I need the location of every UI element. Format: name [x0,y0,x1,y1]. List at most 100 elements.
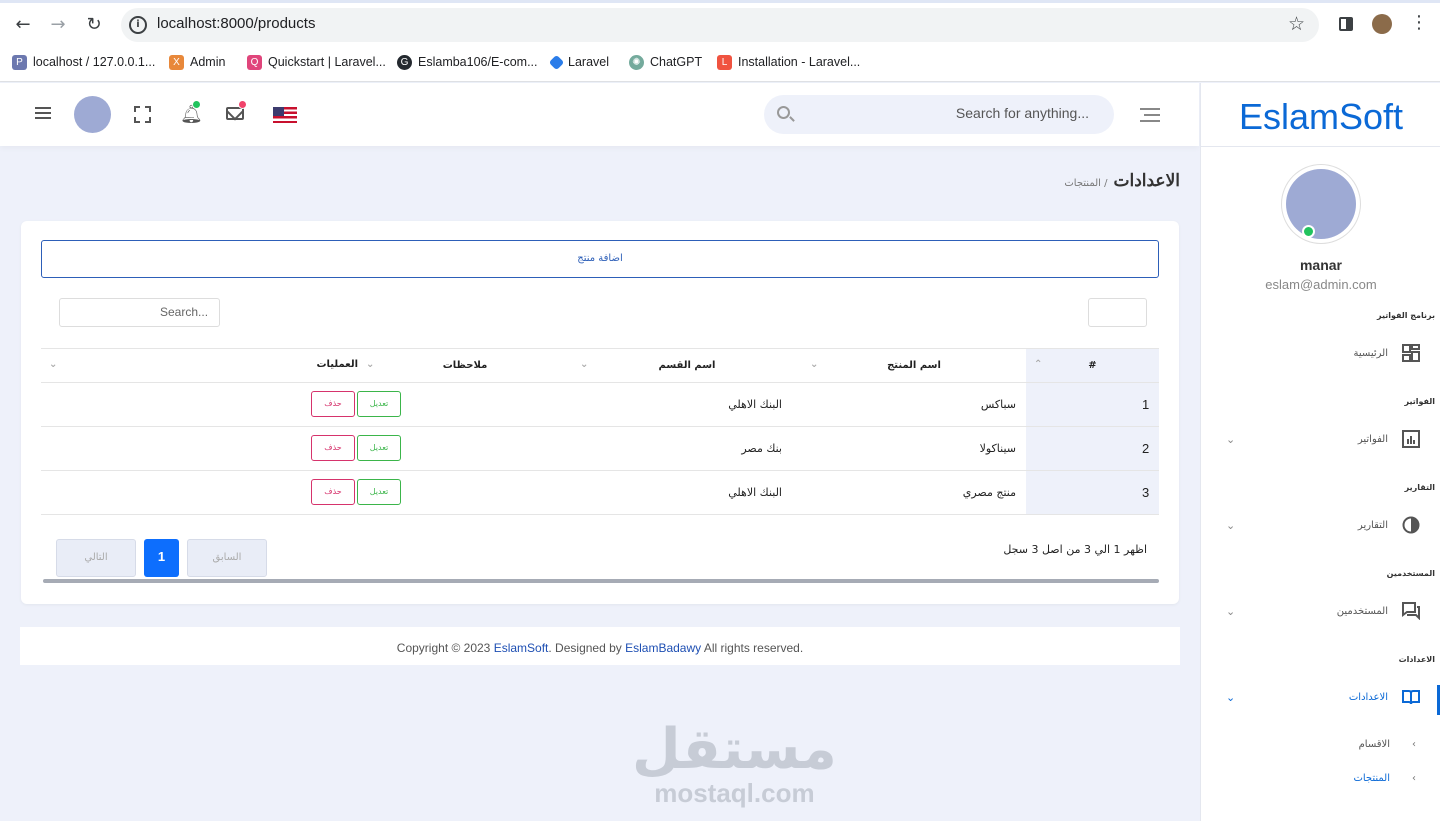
sidebar-subitem-products[interactable]: المنتجات [1353,773,1415,784]
fullscreen-icon[interactable] [134,106,151,123]
watermark-domain: mostaql.com [654,778,815,808]
delete-button[interactable]: حذف [311,435,355,461]
bookmark-phpmyadmin[interactable]: Plocalhost / 127.0.0.1... [12,52,155,72]
col-header-name[interactable]: اسم المنتج ⌄ [802,348,1026,383]
sidebar: EslamSoft manar eslam@admin.com برنامج ا… [1200,83,1440,821]
col-header-actions[interactable]: العمليات ⌄ [41,348,358,383]
profile-avatar[interactable] [1372,14,1392,34]
cell-section: البنك الاهلي [572,470,802,515]
breadcrumb-current[interactable]: / المنتجات [1064,178,1107,189]
bar-chart-icon [1402,430,1420,448]
url-text[interactable]: localhost:8000/products [157,15,315,32]
bookmark-quickstart[interactable]: Q Quickstart | Laravel... [247,52,386,72]
global-search[interactable]: Search for anything... [764,95,1114,134]
side-panel-icon[interactable] [1339,17,1353,31]
bookmark-label: Eslamba106/E-com... [418,55,538,69]
edit-button[interactable]: تعديل [357,435,401,461]
menu-kebab-icon[interactable]: ⋮ [1410,12,1428,33]
previous-page-button[interactable]: السابق [187,539,267,577]
table-header-row: # ⌃ اسم المنتج ⌄ اسم القسم ⌄ ملاحظات ⌄ العمل… [41,348,1159,383]
table-row: 2 سيناكولا بنك مصر تعديل حذف [41,426,1159,471]
edit-button[interactable]: تعديل [357,479,401,505]
sidebar-item-settings[interactable]: الاعدادات [1349,688,1420,706]
forward-arrow-icon[interactable]: → [47,14,69,36]
phpmyadmin-icon: P [12,54,27,70]
chatgpt-icon: ✺ [629,54,644,70]
section-title-reports: التقارير [1404,483,1435,492]
bookmark-laravel[interactable]: Laravel [548,52,609,72]
horizontal-scrollbar[interactable] [43,579,1159,583]
cell-number: 3 [1026,470,1159,515]
footer-rights: All rights reserved. [701,641,804,655]
chevron-down-icon[interactable]: ⌄ [1226,433,1235,446]
products-table: # ⌃ اسم المنتج ⌄ اسم القسم ⌄ ملاحظات ⌄ العمل… [41,348,1159,515]
section-title-users: المستخدمين [1386,569,1435,578]
search-placeholder[interactable]: Search for anything... [956,105,1089,121]
github-icon: G [397,54,412,70]
chevron-down-icon[interactable]: ⌄ [1226,605,1235,618]
col-header-section[interactable]: اسم القسم ⌄ [572,348,802,383]
add-product-button[interactable]: اضافة منتج [41,240,1159,278]
cell-actions: تعديل حذف [41,382,401,427]
mail-dot [238,100,247,109]
sidebar-divider [1201,146,1440,147]
bookmark-label: Installation - Laravel... [738,55,861,69]
xampp-icon: X [169,54,184,70]
footer-copyright: Copyright © 2023 [396,641,494,655]
page-length-select[interactable] [1088,298,1147,327]
dashboard-icon [1402,344,1420,362]
chevron-down-icon[interactable]: ⌄ [1226,691,1235,704]
next-page-button[interactable]: التالي [56,539,136,577]
back-arrow-icon[interactable]: ← [12,14,34,36]
address-bar[interactable]: i localhost:8000/products ☆ [121,8,1319,42]
bookmark-chatgpt[interactable]: ✺ ChatGPT [629,52,702,72]
align-right-icon[interactable] [1140,108,1160,122]
user-avatar[interactable] [74,96,111,133]
sidebar-item-invoices[interactable]: الفواتير [1358,430,1420,448]
pie-chart-icon [1402,516,1420,534]
book-open-icon [1402,690,1420,705]
us-flag-icon[interactable] [273,107,297,123]
col-header-number[interactable]: # ⌃ [1026,348,1159,383]
search-icon [777,106,790,119]
page-title: الاعدادات [1113,171,1180,190]
app-logo[interactable]: EslamSoft [1201,96,1440,146]
bookmark-label: Laravel [568,55,609,69]
watermark: مستقل mostaql.com [632,720,837,808]
cell-actions: تعديل حذف [41,426,401,471]
sidebar-item-home[interactable]: الرئيسية [1354,344,1420,362]
bookmark-github[interactable]: G Eslamba106/E-com... [397,52,538,72]
col-label: ملاحظات [442,360,488,371]
delete-button[interactable]: حذف [311,479,355,505]
chevron-down-icon[interactable]: ⌄ [1226,519,1235,532]
footer-author-link[interactable]: EslamBadawy [625,641,701,655]
table-row: 3 منتج مصري البنك الاهلي تعديل حذف [41,470,1159,515]
table-search-input[interactable]: Search... [59,298,220,327]
cell-number: 1 [1026,382,1159,427]
delete-button[interactable]: حذف [311,391,355,417]
sidebar-item-reports[interactable]: التقارير [1358,516,1420,534]
sort-icon: ⌄ [580,359,589,370]
menu-toggle-icon[interactable] [35,107,51,119]
site-info-icon[interactable]: i [129,16,147,34]
reload-icon[interactable]: ↻ [83,14,105,36]
bookmark-admin[interactable]: X Admin [169,52,225,72]
bookmark-star-icon[interactable]: ☆ [1288,13,1305,35]
section-title-invoices: الفواتير [1404,397,1435,406]
cell-actions: تعديل حذف [41,470,401,515]
footer-brand-link[interactable]: EslamSoft [494,641,549,655]
sidebar-subitem-sections[interactable]: الاقسام [1359,739,1417,750]
col-header-notes[interactable]: ملاحظات ⌄ [358,348,572,383]
cell-section: البنك الاهلي [572,382,802,427]
edit-button[interactable]: تعديل [357,391,401,417]
products-card: اضافة منتج Search... # ⌃ اسم المنتج ⌄ اسم … [21,221,1179,604]
col-label: اسم المنتج [887,360,941,371]
cell-name: سيناكولا [802,426,1026,471]
page-button-current[interactable]: 1 [144,539,179,577]
user-name: manar [1299,257,1343,273]
sort-icon: ⌄ [49,359,58,370]
breadcrumb: الاعدادات / المنتجات [1064,171,1180,191]
bookmark-label: localhost / 127.0.0.1... [33,55,156,69]
bookmark-installation[interactable]: L Installation - Laravel... [717,52,860,72]
sidebar-item-users[interactable]: المستخدمين [1337,602,1420,620]
